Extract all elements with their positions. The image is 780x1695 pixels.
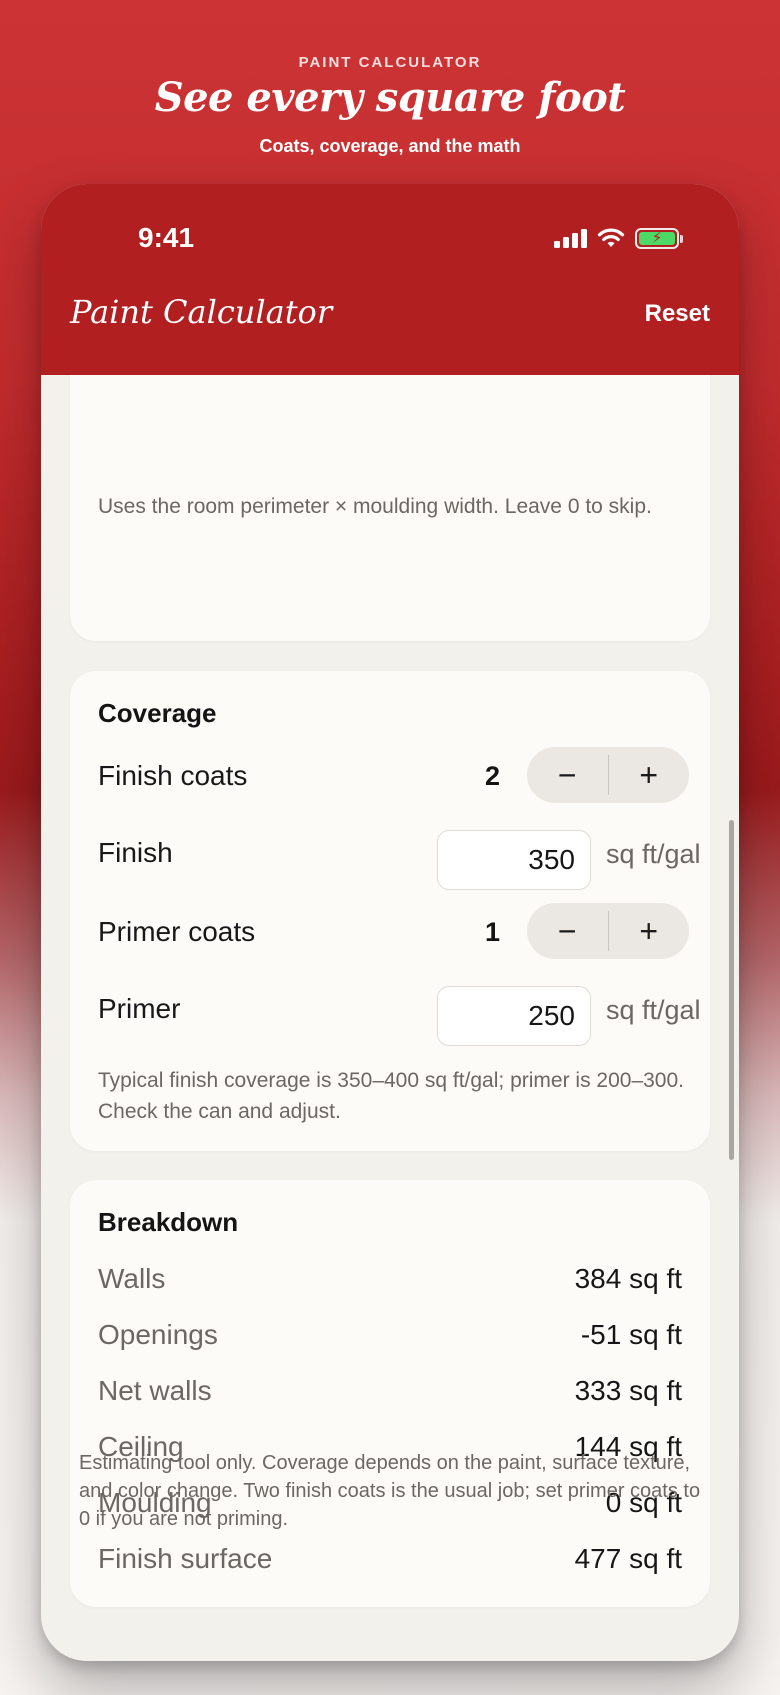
breakdown-walls-label: Walls [98,1263,166,1294]
primer-coats-decrement-button[interactable]: − [527,903,608,959]
status-time: 9:41 [138,222,195,253]
scrollbar-thumb[interactable] [729,820,734,1160]
finish-coats-value: 2 [484,761,500,791]
primer-coverage-label: Primer [98,993,181,1024]
promo-subtitle: Coats, coverage, and the math [259,136,521,156]
coverage-heading: Coverage [98,698,217,728]
primer-coats-label: Primer coats [98,916,256,947]
breakdown-net-walls-value: 333 sq ft [574,1375,682,1406]
breakdown-finish-surface-label: Finish surface [98,1543,273,1574]
battery-charging-icon: ⚡ [635,227,683,249]
primer-coats-increment-button[interactable]: + [609,903,690,959]
breakdown-openings-label: Openings [98,1319,218,1350]
breakdown-card: Breakdown Walls 384 sq ft Openings -51 s… [70,1180,710,1607]
status-icons: ⚡ [554,226,683,250]
primer-coverage-unit: sq ft/gal [606,995,701,1025]
finish-coverage-input[interactable]: 350 [437,830,591,890]
finish-coverage-unit: sq ft/gal [606,839,701,869]
promo-eyebrow: PAINT CALCULATOR [298,54,482,71]
app-title: Paint Calculator [70,293,333,331]
finish-coats-decrement-button[interactable]: − [527,747,608,803]
finish-coverage-label: Finish [98,837,173,868]
scroll-content[interactable]: Uses the room perimeter × moulding width… [41,184,739,1661]
coverage-note: Typical finish coverage is 350–400 sq ft… [98,1069,685,1123]
cellular-signal-icon [554,228,587,248]
breakdown-walls-value: 384 sq ft [574,1263,682,1294]
finish-coats-increment-button[interactable]: + [609,747,690,803]
app-header: 9:41 ⚡ Paint Calculator Reset [41,184,739,375]
primer-coats-stepper: − + [527,903,689,959]
finish-coats-label: Finish coats [98,760,248,791]
promo-title: See every square foot [154,74,626,121]
breakdown-openings-value: -51 sq ft [580,1319,682,1350]
primer-coats-value: 1 [484,917,500,947]
breakdown-net-walls-label: Net walls [98,1375,212,1406]
disclaimer-text: Estimating tool only. Coverage depends o… [79,1452,701,1530]
primer-coverage-input[interactable]: 250 [437,986,591,1046]
wifi-icon [597,228,625,247]
phone-screen: Uses the room perimeter × moulding width… [41,184,739,1661]
coverage-card: Coverage Finish coats 2 − + Finish 350 s… [70,671,710,1151]
breakdown-heading: Breakdown [98,1207,239,1237]
breakdown-finish-surface-value: 477 sq ft [574,1543,682,1574]
moulding-note: Uses the room perimeter × moulding width… [98,495,652,518]
reset-button[interactable]: Reset [645,300,710,328]
finish-coats-stepper: − + [527,747,689,803]
